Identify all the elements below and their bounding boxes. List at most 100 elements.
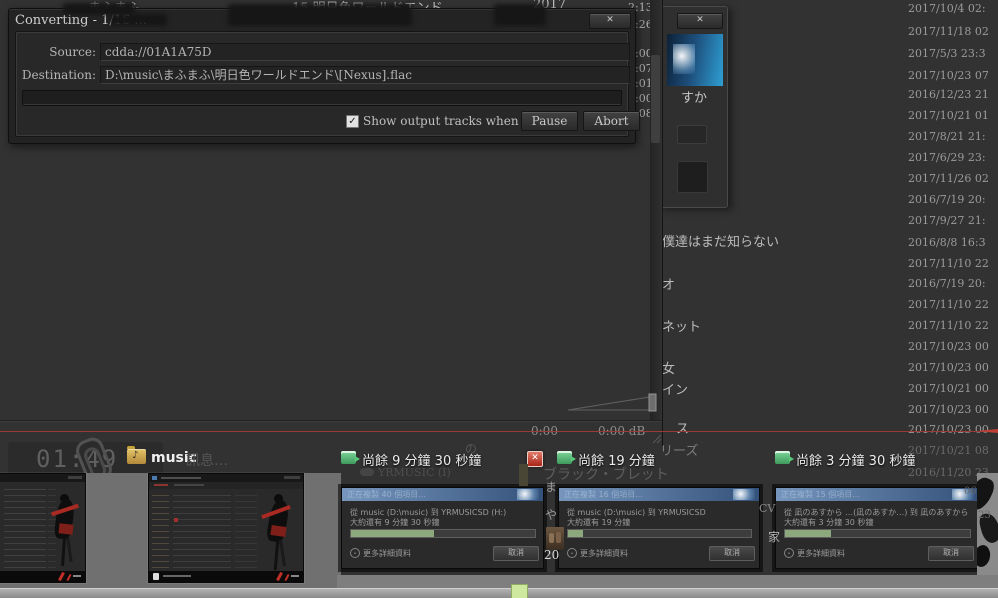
copy-title: 正在複製 40 個項目... [342, 488, 543, 501]
bg-track-fragment: ス [676, 418, 689, 437]
more-details-link[interactable]: 更多詳細資料 [363, 548, 411, 559]
censored-text [110, 14, 167, 26]
bg-date-row: 2017/11/10 22 [908, 298, 989, 311]
flyout-background [85, 473, 148, 588]
copy-icon [775, 451, 790, 464]
more-details-link[interactable]: 更多詳細資料 [580, 548, 628, 559]
cancel-button[interactable]: 取消 [493, 546, 539, 561]
converting-inner-panel: Source: cdda://01A1A75D Destination: D:\… [15, 31, 629, 137]
side-dialog-close-button[interactable]: ✕ [677, 13, 723, 29]
details-expander-icon[interactable]: ⌄ [350, 548, 360, 558]
explorer-thumbnail[interactable] [148, 473, 304, 583]
bg-track-fragment: ネット [662, 316, 701, 335]
source-field[interactable]: cdda://01A1A75D [100, 43, 630, 61]
accent-line [0, 431, 998, 432]
censored-text [228, 4, 412, 26]
anime-figure [261, 492, 299, 572]
copy-progress-bar [784, 529, 971, 538]
copy-remaining: 大約還有 3 分鐘 30 秒鐘 [784, 517, 971, 528]
check-icon: ✓ [348, 116, 356, 127]
side-dialog-button[interactable] [677, 161, 708, 193]
side-dialog-button[interactable] [677, 125, 707, 144]
windows-flag-glow [733, 489, 755, 500]
bg-date-row: 2017/11/26 02 [908, 172, 989, 185]
abort-button[interactable]: Abort [583, 111, 640, 131]
destination-label: Destination: [16, 68, 96, 82]
copy-titlebar: 正在複製 15 個項目... [776, 488, 978, 501]
file-list-rows [4, 486, 46, 572]
mini-album-art [546, 527, 564, 550]
taskbar-strip[interactable] [0, 588, 998, 598]
details-expander-icon[interactable]: ⌄ [784, 548, 794, 558]
dim-message-fragment: 訊息… [186, 450, 228, 470]
thumbnail-close-button[interactable]: ✕ [527, 451, 543, 467]
conversion-progress-bar [22, 90, 622, 106]
copy-job-label[interactable]: 尚餘 3 分鐘 30 秒鐘 [796, 450, 915, 469]
flyout-background [337, 575, 998, 588]
copy-dialog-thumbnail[interactable]: 正在複製 40 個項目... 從 music (D:\music) 到 YRMU… [341, 487, 544, 569]
copy-dialog-thumbnail[interactable]: 正在複製 15 個項目... 從 凪のあすから …(凪のあすか…) 到 凪のあす… [775, 487, 979, 569]
drive-icon [360, 468, 374, 476]
dim-fragment: 20 [544, 548, 559, 562]
bg-track-fragment: リーズ [660, 440, 698, 459]
copy-title: 正在複製 15 個項目... [776, 488, 978, 501]
bg-date-row: 2017/10/23 00 [908, 403, 989, 416]
scrollbar-thumb[interactable] [651, 55, 660, 143]
playlist-scrollbar[interactable] [650, 0, 661, 420]
bg-date-row: 2017/11/10 22 [908, 319, 989, 332]
thumb-titlebar [0, 474, 85, 482]
dim-fragment: ま [545, 478, 557, 495]
converting-dialog: Converting - 1/16 ... ✕ Source: cdda://0… [8, 8, 636, 144]
bg-date-row: 2017/8/21 21: [908, 130, 986, 143]
bg-date-row: 2017/9/27 21: [908, 214, 986, 227]
bg-track-fragment: 僕達はまだ知らない [662, 231, 779, 250]
bg-date-row: 2017/11/10 22 [908, 257, 989, 270]
anime-figure [50, 494, 84, 569]
show-output-checkbox[interactable]: ✓ [346, 115, 359, 128]
panel-divider-highlight [0, 421, 662, 422]
bg-date-row: 2016/7/19 20: [908, 193, 986, 206]
taskbar-highlight-square[interactable] [511, 584, 528, 598]
dim-corner-fragment: 23 [978, 510, 991, 521]
dim-corner-fragment: 06 [964, 486, 977, 497]
volume-slider[interactable] [566, 393, 660, 413]
source-label: Source: [16, 45, 96, 59]
explorer-thumbnail[interactable] [0, 473, 86, 583]
cancel-button[interactable]: 取消 [709, 546, 755, 561]
converting-close-button[interactable]: ✕ [589, 13, 631, 29]
dim-fragment: や [545, 506, 557, 523]
resize-grip[interactable] [649, 431, 662, 444]
dim-fragment: CV [759, 502, 775, 515]
thumb-statusbar [149, 571, 303, 582]
anime-image-sliver [977, 473, 998, 575]
bg-date-row: 2017/6/29 23: [908, 151, 986, 164]
bg-date-row: 2017/10/23 00 [908, 361, 989, 374]
copy-job-label[interactable]: 尚餘 9 分鐘 30 秒鐘 [362, 450, 481, 469]
flyout-background [302, 473, 341, 588]
bg-date-row: 2017/10/23 00 [908, 340, 989, 353]
copy-dialog-thumbnail[interactable]: 正在複製 16 個項目... 從 music (D:\music) 到 YRMU… [558, 487, 760, 569]
more-details-link[interactable]: 更多詳細資料 [797, 548, 845, 559]
pause-button[interactable]: Pause [521, 111, 578, 131]
bg-date-row: 2017/10/23 07 [908, 69, 989, 82]
close-icon: ✕ [531, 453, 539, 463]
censored-text [494, 4, 546, 26]
file-list-rows [235, 492, 257, 572]
folder-icon: ♪ [127, 449, 146, 464]
details-expander-icon[interactable]: ⌄ [567, 548, 577, 558]
volume-handle [649, 394, 656, 411]
destination-field[interactable]: D:\music\まふまふ\明日色ワールドエンド\[Nexus].flac [100, 66, 630, 84]
copy-job-label[interactable]: 尚餘 19 分鐘 [578, 450, 655, 469]
bg-date-row: 2017/5/3 23:3 [908, 47, 986, 60]
copy-icon [341, 451, 356, 464]
cancel-button[interactable]: 取消 [928, 546, 974, 561]
thumb-toolbar [149, 482, 303, 489]
music-note-icon: ♪ [132, 450, 138, 461]
dim-fragment: 家 [768, 528, 780, 545]
copy-titlebar: 正在複製 16 個項目... [559, 488, 759, 501]
bg-date-row: 2017/10/21 00 [908, 382, 989, 395]
screen: 2017/10/4 02: 2017/11/18 02 2017/5/3 23:… [0, 0, 998, 598]
bg-date-row: 2017/10/21 01 [908, 109, 989, 122]
file-list-rows [173, 492, 231, 572]
red-file-marker [174, 518, 178, 522]
